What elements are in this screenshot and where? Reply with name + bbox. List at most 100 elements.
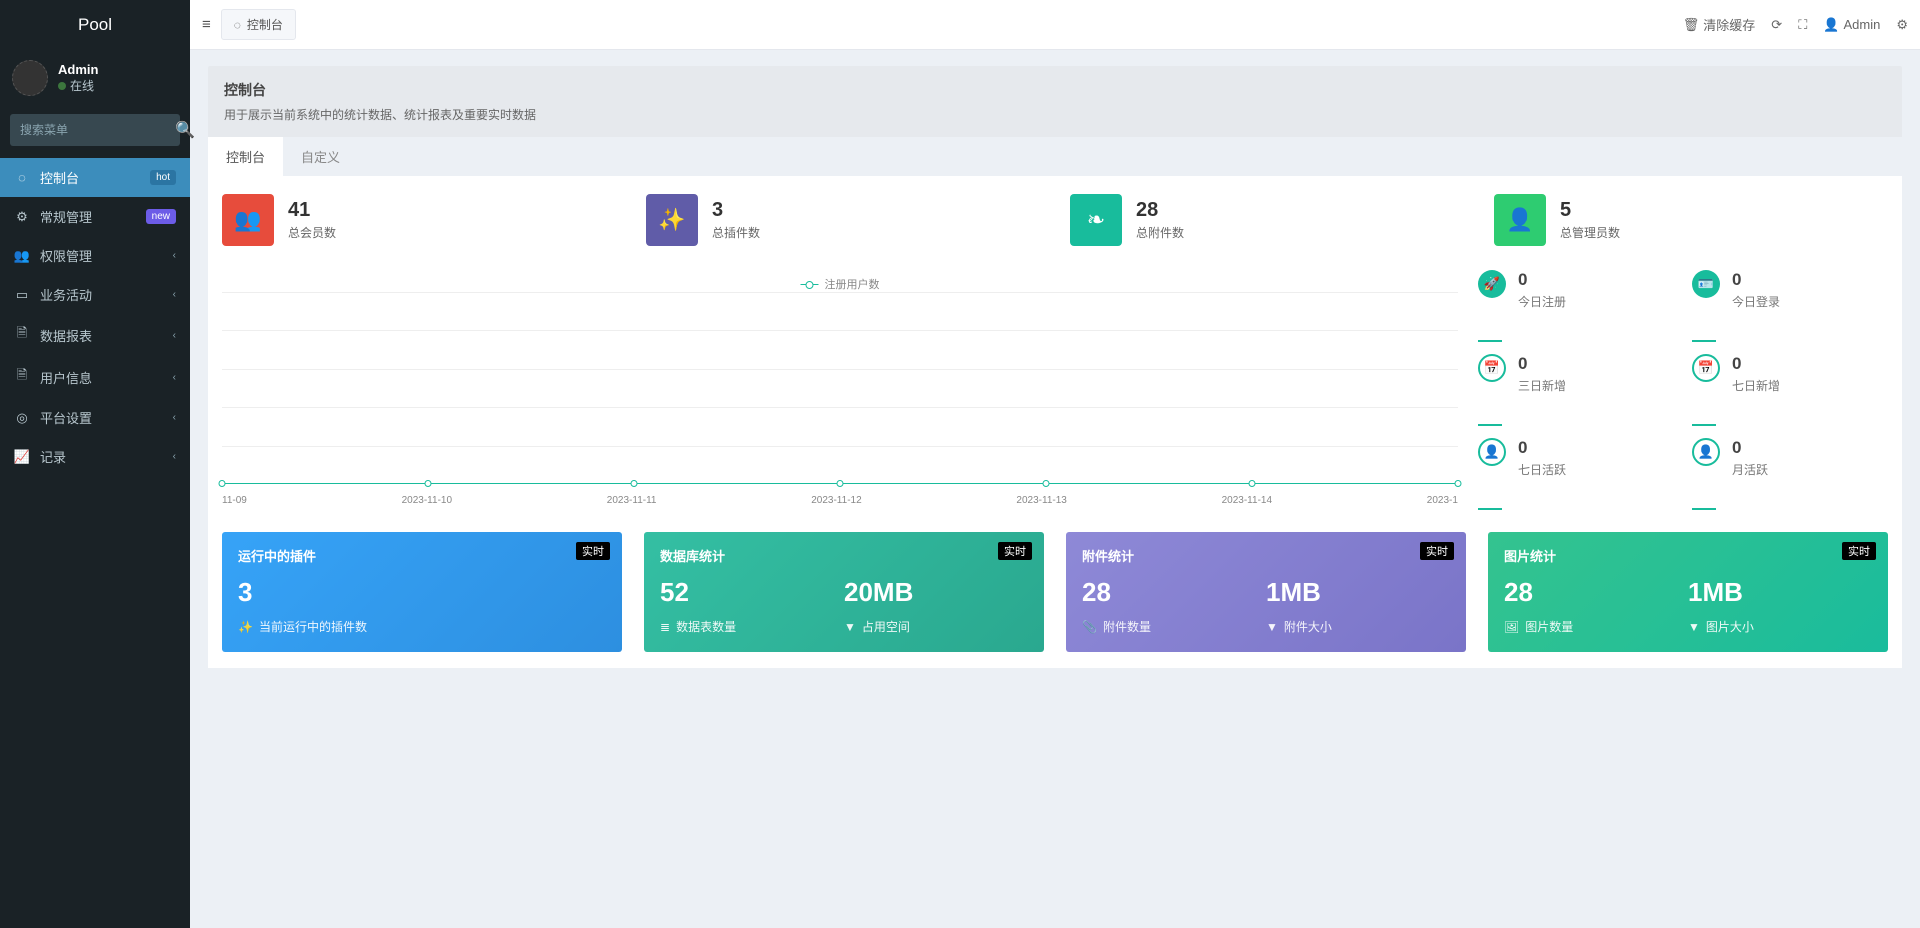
mini-7day-new: 📅0七日新增 <box>1692 354 1888 426</box>
mini-month-active: 👤0月活跃 <box>1692 438 1888 510</box>
magic-icon: ✨ <box>646 194 698 246</box>
badge-new: new <box>146 209 176 224</box>
settings-button[interactable]: ⚙ <box>1896 17 1908 33</box>
card-label: ✨当前运行中的插件数 <box>238 618 606 635</box>
tab-custom[interactable]: 自定义 <box>283 137 358 176</box>
nav-logs[interactable]: 📈 记录 ‹ <box>0 437 190 476</box>
fullscreen-button[interactable]: ⛶ <box>1798 17 1807 33</box>
chart-x-labels: 11-092023-11-102023-11-112023-11-122023-… <box>222 495 1458 506</box>
nav-label: 用户信息 <box>40 368 92 387</box>
user-menu[interactable]: 👤Admin <box>1823 17 1880 33</box>
realtime-badge: 实时 <box>1842 542 1876 560</box>
avatar[interactable] <box>12 60 48 96</box>
nav-label: 数据报表 <box>40 326 92 345</box>
registration-chart: 注册用户数 11-092023-11-102023-11-112023-11-1… <box>222 270 1458 510</box>
bottom-cards: 实时 运行中的插件 3✨当前运行中的插件数 实时 数据库统计 52≣数据表数量 … <box>222 532 1888 652</box>
mini-3day-new: 📅0三日新增 <box>1478 354 1674 426</box>
card-label: ≣数据表数量 <box>660 618 844 635</box>
cogs-icon: ⚙ <box>14 209 30 225</box>
chevron-left-icon: ‹ <box>173 412 176 423</box>
stat-attachments: ❧ 28总附件数 <box>1070 194 1464 246</box>
panel-body: 👥 41总会员数 ✨ 3总插件数 ❧ 28总附件数 👤 5总管理员数 <box>208 176 1902 668</box>
chevron-left-icon: ‹ <box>173 372 176 383</box>
card-title: 数据库统计 <box>660 546 1028 565</box>
tabs: 控制台 自定义 <box>208 137 1902 176</box>
card-label: 📎附件数量 <box>1082 618 1266 635</box>
user-circle-icon: 👤 <box>1478 438 1506 466</box>
user-panel: Admin 在线 <box>0 50 190 106</box>
filter-icon: ▼ <box>1266 620 1278 634</box>
nav-label: 记录 <box>40 447 66 466</box>
brand[interactable]: Pool <box>0 0 190 50</box>
user-icon: 👤 <box>1494 194 1546 246</box>
nav-label: 控制台 <box>40 168 79 187</box>
card-running-plugins: 实时 运行中的插件 3✨当前运行中的插件数 <box>222 532 622 652</box>
nav-label: 权限管理 <box>40 246 92 265</box>
mini-stats: 🚀0今日注册 🪪0今日登录 📅0三日新增 📅0七日新增 👤0七日活跃 👤0月活跃 <box>1478 270 1888 510</box>
tab-dashboard[interactable]: 控制台 <box>208 137 283 176</box>
filter-icon: ▼ <box>1688 620 1700 634</box>
leaf-icon: ❧ <box>1070 194 1122 246</box>
nav-permission[interactable]: 👥 权限管理 ‹ <box>0 236 190 275</box>
chart-legend: 注册用户数 <box>801 276 880 292</box>
content: 控制台 用于展示当前系统中的统计数据、统计报表及重要实时数据 控制台 自定义 👥… <box>190 50 1920 928</box>
card-value: 1MB <box>1266 577 1450 608</box>
user-name: Admin <box>58 62 98 77</box>
realtime-badge: 实时 <box>998 542 1032 560</box>
nav-reports[interactable]: 🗎 数据报表 ‹ <box>0 314 190 356</box>
card-value: 3 <box>238 577 606 608</box>
stat-label: 总管理员数 <box>1560 224 1620 241</box>
nav-label: 平台设置 <box>40 408 92 427</box>
card-value: 52 <box>660 577 844 608</box>
nav-platform[interactable]: ◎ 平台设置 ‹ <box>0 398 190 437</box>
nav-general[interactable]: ⚙ 常规管理 new <box>0 197 190 236</box>
avatar-icon: 👤 <box>1823 17 1839 33</box>
gear-icon: ◎ <box>14 410 30 426</box>
nav-users[interactable]: 🗎 用户信息 ‹ <box>0 356 190 398</box>
card-title: 附件统计 <box>1082 546 1450 565</box>
card-value: 1MB <box>1688 577 1872 608</box>
stat-label: 总会员数 <box>288 224 336 241</box>
stats-row: 👥 41总会员数 ✨ 3总插件数 ❧ 28总附件数 👤 5总管理员数 <box>222 194 1888 246</box>
card-attachments: 实时 附件统计 28📎附件数量 1MB▼附件大小 <box>1066 532 1466 652</box>
stat-label: 总附件数 <box>1136 224 1184 241</box>
tab-chip-dashboard[interactable]: ◌ 控制台 <box>221 9 296 40</box>
card-label: 🖼图片数量 <box>1504 618 1688 635</box>
activity-icon: ▭ <box>14 287 30 303</box>
card-database: 实时 数据库统计 52≣数据表数量 20MB▼占用空间 <box>644 532 1044 652</box>
dashboard-icon: ◌ <box>14 170 30 185</box>
hamburger-icon[interactable]: ≡ <box>202 16 211 33</box>
card-value: 28 <box>1082 577 1266 608</box>
calendar-icon: 📅 <box>1478 354 1506 382</box>
clear-cache-button[interactable]: 🗑清除缓存 <box>1683 15 1756 34</box>
page-subtitle: 用于展示当前系统中的统计数据、统计报表及重要实时数据 <box>224 106 1886 123</box>
chevron-left-icon: ‹ <box>173 451 176 462</box>
idcard-icon: 🪪 <box>1692 270 1720 298</box>
search-input[interactable] <box>20 123 175 137</box>
card-value: 20MB <box>844 577 1028 608</box>
topbar: ≡ ◌ 控制台 🗑清除缓存 ⟳ ⛶ 👤Admin ⚙ <box>190 0 1920 50</box>
chevron-left-icon: ‹ <box>173 330 176 341</box>
realtime-badge: 实时 <box>576 542 610 560</box>
card-images: 实时 图片统计 28🖼图片数量 1MB▼图片大小 <box>1488 532 1888 652</box>
nav-business[interactable]: ▭ 业务活动 ‹ <box>0 275 190 314</box>
card-label: ▼图片大小 <box>1688 618 1872 635</box>
stat-plugins: ✨ 3总插件数 <box>646 194 1040 246</box>
refresh-button[interactable]: ⟳ <box>1771 17 1782 33</box>
chart-line <box>222 483 1458 484</box>
mini-7day-active: 👤0七日活跃 <box>1478 438 1674 510</box>
chart-grid <box>222 292 1458 484</box>
nav-dashboard[interactable]: ◌ 控制台 hot <box>0 158 190 197</box>
users-icon: 👥 <box>222 194 274 246</box>
magic-icon: ✨ <box>238 620 253 634</box>
user-status: 在线 <box>58 77 98 94</box>
sidebar: Pool Admin 在线 🔍 ◌ 控制台 hot ⚙ 常规管理 new <box>0 0 190 928</box>
nav-label: 常规管理 <box>40 207 92 226</box>
badge-hot: hot <box>150 170 176 185</box>
image-icon: 🖼 <box>1504 620 1519 634</box>
mini-today-login: 🪪0今日登录 <box>1692 270 1888 342</box>
main: ≡ ◌ 控制台 🗑清除缓存 ⟳ ⛶ 👤Admin ⚙ 控制台 用于展示当前系统中… <box>190 0 1920 928</box>
mini-today-reg: 🚀0今日注册 <box>1478 270 1674 342</box>
nav-label: 业务活动 <box>40 285 92 304</box>
legend-marker-icon <box>801 284 819 285</box>
